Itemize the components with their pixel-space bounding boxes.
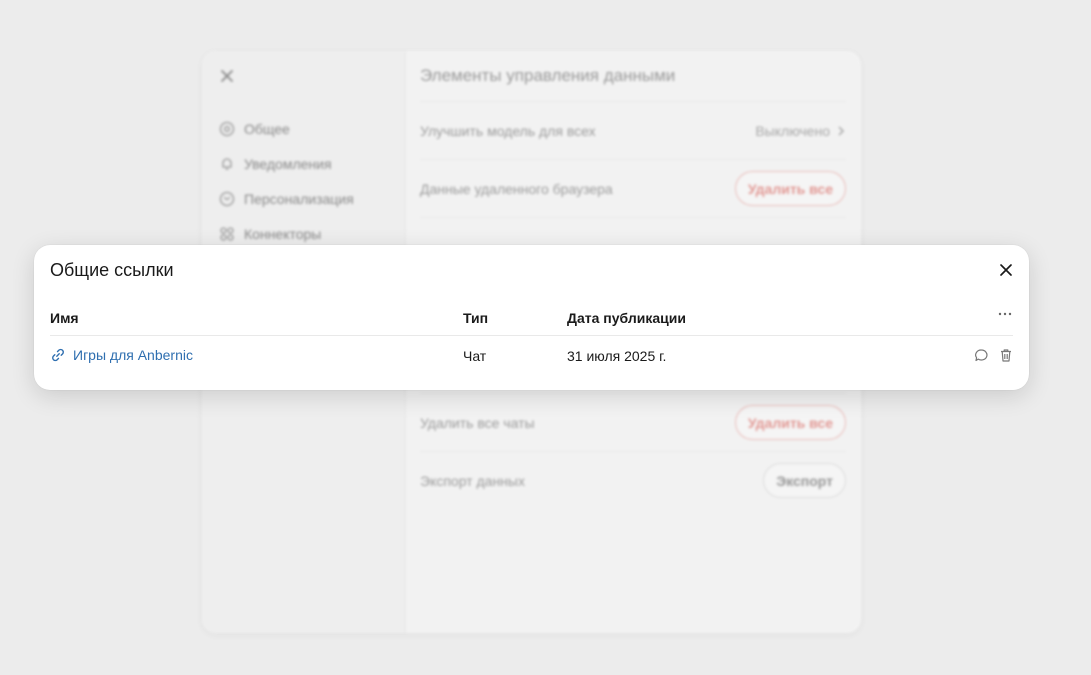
setting-row-improve-model: Улучшить модель для всех Выключено: [420, 101, 846, 159]
table-header: Имя Тип Дата публикации: [50, 300, 1013, 336]
table-row: Игры для Anbernic Чат 31 июля 2025 г.: [50, 337, 1013, 375]
sidebar-item-notifications: Уведомления: [218, 146, 354, 181]
setting-row-export: Экспорт данных Экспорт: [420, 451, 846, 509]
sidebar-item-label: Уведомления: [244, 155, 332, 172]
setting-label: Экспорт данных: [420, 472, 525, 489]
column-header-name: Имя: [50, 310, 79, 326]
gear-icon: [218, 120, 236, 138]
setting-row-remote-browser: Данные удаленного браузера Удалить все: [420, 159, 846, 217]
setting-label: Удалить все чаты: [420, 414, 535, 431]
sidebar-item-label: Персонализация: [244, 190, 354, 207]
setting-label: Данные удаленного браузера: [420, 180, 613, 197]
column-header-date: Дата публикации: [567, 310, 686, 326]
settings-nav: Общее Уведомления Персонализация Коннект…: [218, 111, 354, 251]
setting-row-delete-chats: Удалить все чаты Удалить все: [420, 393, 846, 451]
export-button: Экспорт: [763, 463, 846, 498]
trash-icon[interactable]: [998, 347, 1013, 363]
settings-close-icon: [218, 67, 236, 85]
delete-all-button: Удалить все: [734, 171, 846, 206]
sidebar-item-personalization: Персонализация: [218, 181, 354, 216]
row-type: Чат: [463, 348, 487, 364]
setting-label: Улучшить модель для всех: [420, 122, 596, 139]
more-options-icon[interactable]: [997, 304, 1013, 324]
personalization-icon: [218, 190, 236, 208]
sidebar-item-general: Общее: [218, 111, 354, 146]
column-header-type: Тип: [463, 310, 489, 326]
row-date: 31 июля 2025 г.: [567, 348, 667, 364]
shared-links-dialog: Общие ссылки Имя Тип Дата публикации Игр…: [34, 245, 1029, 390]
close-icon[interactable]: [997, 261, 1015, 279]
link-icon: [50, 347, 66, 363]
sidebar-item-label: Общее: [244, 120, 290, 137]
connectors-icon: [218, 225, 236, 243]
setting-value-text: Выключено: [755, 122, 830, 139]
chat-bubble-icon[interactable]: [974, 347, 989, 363]
setting-value: Выключено: [755, 123, 846, 139]
shared-link-label: Игры для Anbernic: [73, 347, 193, 363]
bell-icon: [218, 155, 236, 173]
settings-page-title: Элементы управления данными: [420, 66, 676, 85]
chevron-right-icon: [836, 125, 846, 137]
delete-all-chats-button: Удалить все: [734, 405, 846, 440]
shared-link-name[interactable]: Игры для Anbernic: [50, 347, 193, 363]
dialog-title: Общие ссылки: [50, 260, 174, 280]
sidebar-item-label: Коннекторы: [244, 225, 322, 242]
row-actions: [974, 347, 1013, 363]
